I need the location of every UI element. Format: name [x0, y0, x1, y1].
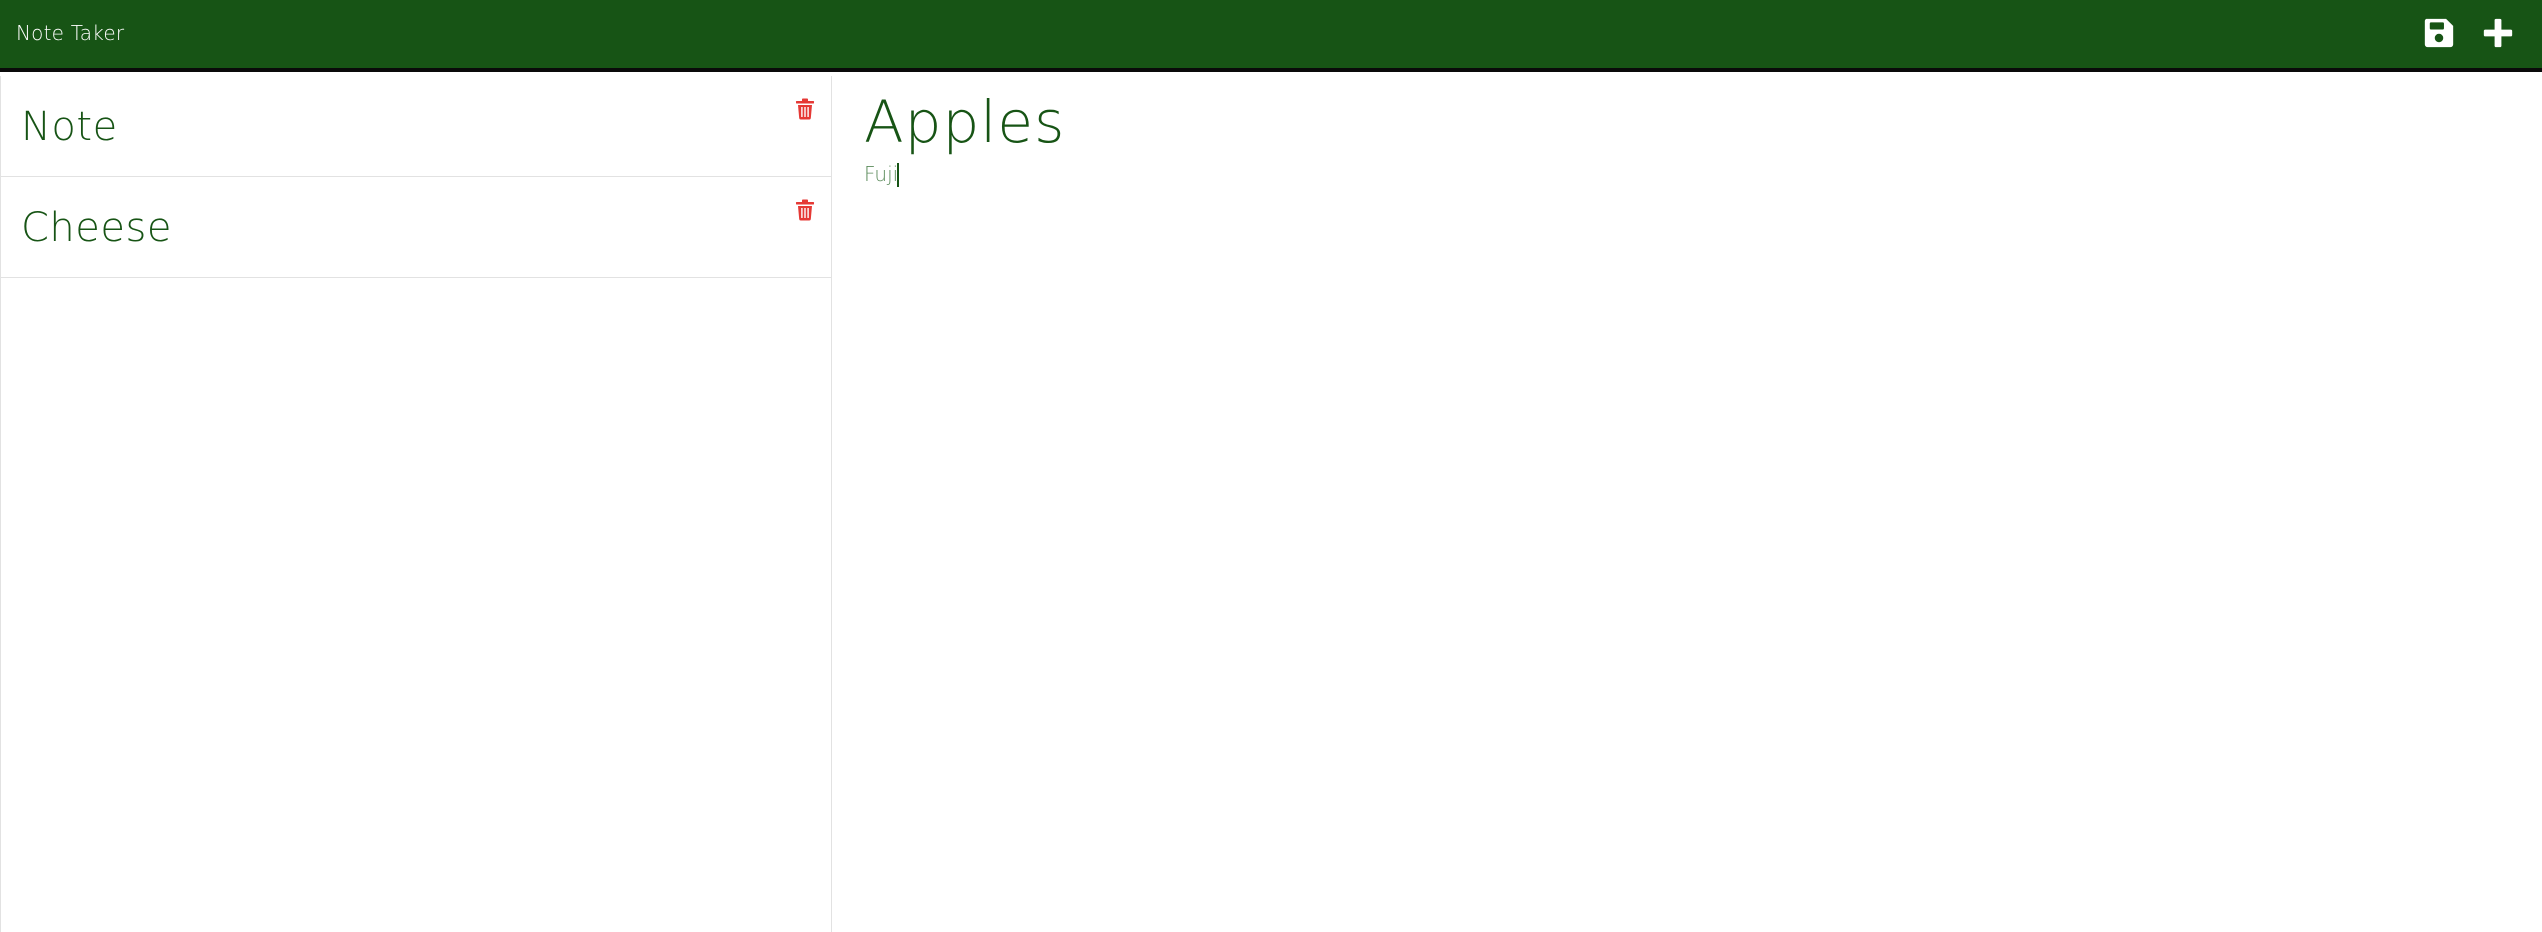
- delete-note-button[interactable]: [795, 98, 815, 120]
- note-list-item[interactable]: Cheese: [1, 177, 831, 278]
- plus-icon: [2483, 18, 2513, 48]
- floppy-disk-icon: [2424, 18, 2454, 48]
- note-title-input[interactable]: [864, 82, 2504, 162]
- trash-icon: [796, 98, 814, 120]
- save-note-icon[interactable]: [2422, 16, 2456, 50]
- new-note-icon[interactable]: [2481, 16, 2515, 50]
- note-item-title: Cheese: [21, 205, 172, 251]
- delete-note-button[interactable]: [795, 199, 815, 221]
- trash-icon: [796, 199, 814, 221]
- note-editor: Fuji: [833, 76, 2542, 932]
- note-list-item[interactable]: Note: [1, 76, 831, 177]
- note-body-textarea[interactable]: Fuji: [864, 162, 2504, 902]
- navbar: Note Taker: [0, 0, 2542, 72]
- text-cursor: [897, 163, 899, 187]
- app-title: Note Taker: [16, 21, 125, 45]
- note-item-title: Note: [21, 104, 118, 150]
- note-list: Note Cheese: [0, 76, 832, 932]
